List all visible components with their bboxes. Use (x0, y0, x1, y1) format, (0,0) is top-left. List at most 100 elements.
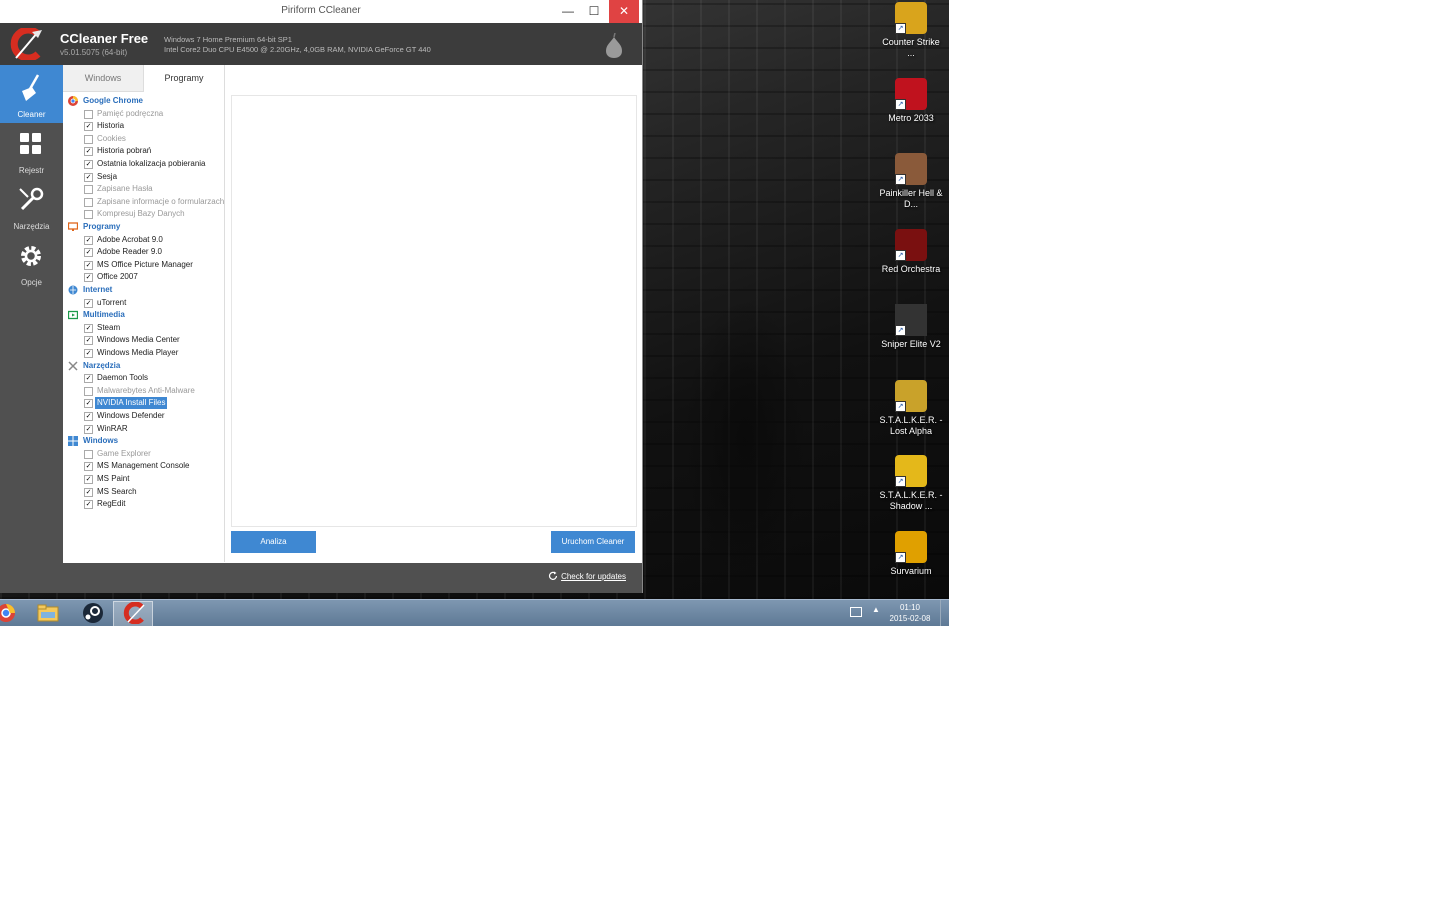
tree-item[interactable]: ✓ Historia pobrań (63, 145, 224, 157)
red-orchestra-icon: ↗ (895, 228, 927, 261)
network-icon[interactable] (850, 607, 862, 617)
tree-item[interactable]: ✓ Ostatnia lokalizacja pobierania (63, 158, 224, 170)
run-cleaner-button[interactable]: Uruchom Cleaner (551, 531, 635, 553)
category-multimedia[interactable]: Multimedia (63, 309, 224, 321)
checkbox[interactable]: ✓ (84, 122, 93, 132)
checkbox[interactable]: ✓ (84, 424, 93, 434)
tree-item[interactable]: ✓ MS Management Console (63, 460, 224, 472)
tree-item[interactable]: ✓ Adobe Acrobat 9.0 (63, 234, 224, 246)
shortcut-arrow-icon: ↗ (895, 174, 906, 185)
checkbox[interactable] (84, 109, 93, 119)
footer-bar: Check for updates (63, 563, 642, 593)
desktop-shortcut-label: S.T.A.L.K.E.R. - Lost Alpha (879, 414, 943, 436)
show-desktop-button[interactable] (940, 600, 949, 626)
tree-item[interactable]: ✓ Historia (63, 120, 224, 132)
category-chrome[interactable]: Google Chrome (63, 95, 224, 107)
category-internet[interactable]: Internet (63, 284, 224, 296)
checkbox[interactable] (84, 386, 93, 396)
tree-item[interactable]: ✓ Adobe Reader 9.0 (63, 246, 224, 258)
checkbox[interactable]: ✓ (84, 273, 93, 283)
checkbox[interactable]: ✓ (84, 475, 93, 484)
tree-item[interactable]: ✓ Windows Media Center (63, 334, 224, 346)
checkbox[interactable]: ✓ (84, 235, 93, 245)
tree-item[interactable]: ✓ Windows Media Player (63, 347, 224, 359)
nav-label: Narzędzia (13, 222, 50, 231)
tray-expand-icon[interactable]: ▲ (872, 605, 880, 614)
minimize-button[interactable]: — (554, 0, 582, 23)
checkbox[interactable] (84, 134, 93, 144)
tree-item[interactable]: ✓ Windows Defender (63, 410, 224, 422)
nav-narzdzia[interactable]: Narzędzia (0, 177, 63, 235)
checkbox[interactable]: ✓ (84, 248, 93, 258)
category-programy[interactable]: Programy (63, 221, 224, 233)
tree-item-label: Office 2007 (97, 272, 138, 282)
title-bar[interactable]: Piriform CCleaner — ☐ ✕ (0, 0, 642, 24)
check-for-updates-link[interactable]: Check for updates (561, 572, 626, 581)
tree-item[interactable]: Zapisane informacje o formularzach (63, 196, 224, 208)
pear-icon (606, 33, 622, 58)
desktop-shortcut[interactable]: ↗ Survarium (879, 530, 943, 577)
tree-item[interactable]: ✓ Sesja (63, 171, 224, 183)
tree-item[interactable]: Cookies (63, 133, 224, 145)
tree-item[interactable]: Pamięć podręczna (63, 108, 224, 120)
category-windows[interactable]: Windows (63, 435, 224, 447)
close-button[interactable]: ✕ (609, 0, 639, 23)
checkbox[interactable]: ✓ (84, 462, 93, 472)
category-narzedzia[interactable]: Narzędzia (63, 360, 224, 372)
checkbox[interactable]: ✓ (84, 399, 93, 409)
checkbox[interactable]: ✓ (84, 487, 93, 497)
checkbox[interactable]: ✓ (84, 412, 93, 421)
checkbox[interactable]: ✓ (84, 147, 93, 157)
taskbar-ccleaner[interactable] (113, 601, 153, 626)
taskbar-explorer[interactable] (28, 601, 66, 625)
checkbox[interactable]: ✓ (84, 160, 93, 169)
checkbox[interactable] (84, 210, 93, 220)
tree-item-label: MS Paint (97, 474, 130, 483)
taskbar-steam[interactable] (71, 601, 109, 625)
tree-item[interactable]: ✓ Daemon Tools (63, 372, 224, 384)
desktop-shortcut[interactable]: ↗ Painkiller Hell & D... (879, 153, 943, 210)
checkbox[interactable]: ✓ (84, 323, 93, 333)
tree-item[interactable]: Zapisane Hasła (63, 183, 224, 195)
refresh-icon (548, 571, 558, 580)
tree-item[interactable]: ✓ uTorrent (63, 297, 224, 309)
checkbox[interactable]: ✓ (84, 336, 93, 346)
desktop-shortcut[interactable]: ↗ Red Orchestra (879, 228, 943, 275)
checkbox[interactable] (84, 449, 93, 459)
tree-item[interactable]: ✓ RegEdit (63, 498, 224, 510)
desktop-shortcut[interactable]: ↗ Counter Strike ... (879, 2, 943, 59)
checkbox[interactable]: ✓ (84, 298, 93, 308)
checkbox[interactable] (84, 197, 93, 207)
checkbox[interactable] (84, 185, 93, 195)
tree-item[interactable]: Game Explorer (63, 448, 224, 460)
tree-item[interactable]: ✓ MS Paint (63, 473, 224, 485)
tree-item[interactable]: ✓ MS Office Picture Manager (63, 259, 224, 271)
nav-rejestr[interactable]: Rejestr (0, 121, 63, 179)
system-clock[interactable]: 01:10 2015-02-08 (885, 602, 935, 624)
category-label: Windows (83, 436, 119, 446)
tree-item[interactable]: Kompresuj Bazy Danych (63, 208, 224, 220)
nav-opcje[interactable]: Opcje (0, 233, 63, 291)
tab-windows[interactable]: Windows (63, 65, 143, 91)
desktop-shortcut[interactable]: ↗ Metro 2033 (879, 77, 943, 124)
desktop-shortcut[interactable]: ↗ S.T.A.L.K.E.R. - Lost Alpha (879, 379, 943, 437)
analyze-button[interactable]: Analiza (231, 531, 316, 553)
taskbar-chrome[interactable] (0, 601, 20, 625)
desktop-shortcut[interactable]: ↗ S.T.A.L.K.E.R. - Shadow ... (879, 455, 943, 512)
checkbox[interactable]: ✓ (84, 374, 93, 384)
maximize-button[interactable]: ☐ (580, 0, 608, 23)
tree-item[interactable]: ✓ NVIDIA Install Files (63, 397, 224, 410)
checkbox[interactable]: ✓ (84, 500, 93, 510)
nav-cleaner[interactable]: Cleaner (0, 65, 63, 123)
tab-programy[interactable]: Programy (143, 65, 225, 92)
tree-item[interactable]: ✓ MS Search (63, 486, 224, 498)
tree-item[interactable]: ✓ Steam (63, 322, 224, 334)
tree-item[interactable]: ✓ Office 2007 (63, 271, 224, 283)
tree-item[interactable]: ✓ WinRAR (63, 423, 224, 435)
tree-item-label: Cookies (97, 133, 126, 143)
checkbox[interactable]: ✓ (84, 172, 93, 182)
tree-item[interactable]: Malwarebytes Anti-Malware (63, 385, 224, 397)
checkbox[interactable]: ✓ (84, 260, 93, 270)
checkbox[interactable]: ✓ (84, 349, 93, 358)
desktop-shortcut[interactable]: ↗ Sniper Elite V2 (879, 304, 943, 350)
